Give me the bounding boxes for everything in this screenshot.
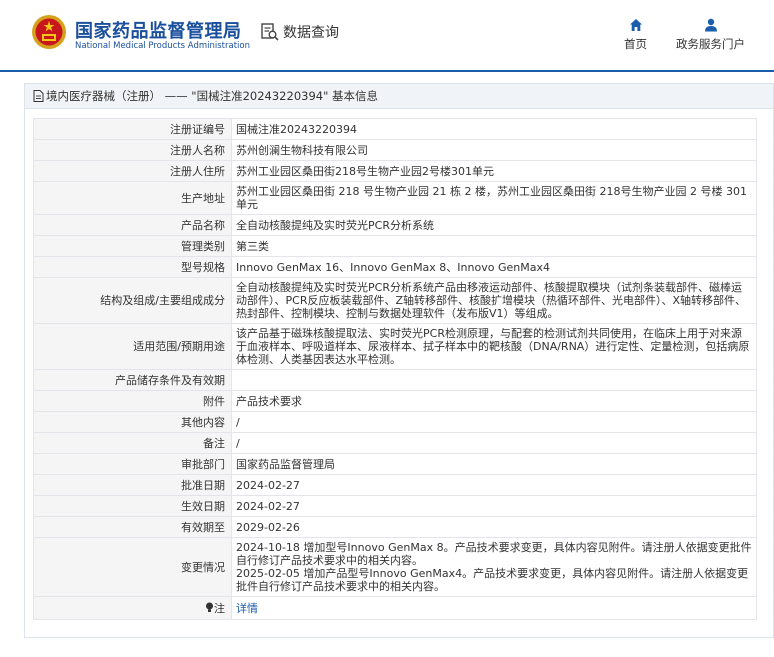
- row-label: 管理类别: [33, 235, 232, 257]
- table-row: 适用范围/预期用途 该产品基于磁珠核酸提取法、实时荧光PCR检测原理，与配套的检测…: [33, 323, 757, 370]
- row-label: 备注: [33, 432, 232, 454]
- row-value: 国家药品监督管理局: [231, 453, 757, 475]
- row-label: 适用范围/预期用途: [33, 323, 232, 370]
- row-value: 苏州工业园区桑田街 218 号生物产业园 21 栋 2 楼，苏州工业园区桑田街 …: [231, 181, 757, 215]
- row-label: 注册人名称: [33, 139, 232, 161]
- data-query-label: 数据查询: [283, 25, 339, 41]
- detail-table: 注册证编号 国械注准20243220394 注册人名称 苏州创澜生物科技有限公司 注…: [33, 118, 757, 620]
- table-row: 备注 /: [33, 432, 757, 454]
- row-value: 产品技术要求: [231, 390, 757, 412]
- table-row: 批准日期 2024-02-27: [33, 474, 757, 496]
- table-row: 变更情况 2024-10-18 增加型号Innovo GenMax 8。产品技术要…: [33, 537, 757, 597]
- detail-panel: 境内医疗器械（注册） —— "国械注准20243220394" 基本信息 注册证…: [24, 83, 774, 638]
- nav-home[interactable]: 首页: [624, 18, 647, 52]
- site-title-en: National Medical Products Administration: [75, 41, 250, 51]
- table-row: 注册人住所 苏州工业园区桑田街218号生物产业园2号楼301单元: [33, 160, 757, 182]
- table-row: 审批部门 国家药品监督管理局: [33, 453, 757, 475]
- row-label: 审批部门: [33, 453, 232, 475]
- row-value: 全自动核酸提纯及实时荧光PCR分析系统: [231, 214, 757, 236]
- note-value-cell: 详情: [231, 596, 757, 620]
- row-label: 结构及组成/主要组成成分: [33, 277, 232, 324]
- data-query-link[interactable]: 数据查询: [260, 22, 339, 42]
- panel-header: 境内医疗器械（注册） —— "国械注准20243220394" 基本信息: [25, 84, 773, 109]
- row-value: [231, 369, 757, 391]
- note-label: 注: [214, 601, 225, 615]
- document-icon: [33, 90, 44, 102]
- row-label: 产品名称: [33, 214, 232, 236]
- site-title[interactable]: 国家药品监督管理局: [75, 17, 242, 43]
- row-value: /: [231, 411, 757, 433]
- nav-service-portal-label: 政务服务门户: [676, 37, 745, 51]
- home-icon: [629, 19, 642, 31]
- table-row: 产品储存条件及有效期: [33, 369, 757, 391]
- breadcrumb: 境内医疗器械（注册） —— "国械注准20243220394" 基本信息: [46, 89, 379, 103]
- row-label: 有效期至: [33, 516, 232, 538]
- table-row: 注册证编号 国械注准20243220394: [33, 118, 757, 140]
- user-icon: [704, 18, 717, 32]
- row-label: 生效日期: [33, 495, 232, 517]
- details-link[interactable]: 详情: [236, 602, 258, 615]
- site-header: 国家药品监督管理局 National Medical Products Admi…: [0, 0, 774, 70]
- row-value: 第三类: [231, 235, 757, 257]
- table-row: 管理类别 第三类: [33, 235, 757, 257]
- row-label: 批准日期: [33, 474, 232, 496]
- table-row: 有效期至 2029-02-26: [33, 516, 757, 538]
- bulb-icon: [206, 602, 213, 612]
- row-value: Innovo GenMax 16、Innovo GenMax 8、Innovo …: [231, 256, 757, 278]
- national-emblem-logo[interactable]: [31, 14, 67, 50]
- nav-service-portal[interactable]: 政务服务门户: [676, 18, 745, 52]
- header-divider: [0, 70, 774, 72]
- table-row: 生产地址 苏州工业园区桑田街 218 号生物产业园 21 栋 2 楼，苏州工业园区…: [33, 181, 757, 215]
- row-label: 变更情况: [33, 537, 232, 597]
- row-value: 全自动核酸提纯及实时荧光PCR分析系统产品由移液运动部件、核酸提取模块（试剂条装…: [231, 277, 757, 324]
- row-value: 2024-02-27: [231, 495, 757, 517]
- row-label: 附件: [33, 390, 232, 412]
- row-value: 苏州创澜生物科技有限公司: [231, 139, 757, 161]
- row-value: 2024-10-18 增加型号Innovo GenMax 8。产品技术要求变更，…: [231, 537, 757, 597]
- row-value: 该产品基于磁珠核酸提取法、实时荧光PCR检测原理，与配套的检测试剂共同使用，在临…: [231, 323, 757, 370]
- row-value: /: [231, 432, 757, 454]
- nav-home-label: 首页: [624, 37, 647, 51]
- row-label: 注册证编号: [33, 118, 232, 140]
- row-label: 型号规格: [33, 256, 232, 278]
- row-value: 2024-02-27: [231, 474, 757, 496]
- table-row: 注册人名称 苏州创澜生物科技有限公司: [33, 139, 757, 161]
- note-label-cell: 注: [33, 596, 232, 620]
- table-row: 附件 产品技术要求: [33, 390, 757, 412]
- table-row: 生效日期 2024-02-27: [33, 495, 757, 517]
- row-value: 苏州工业园区桑田街218号生物产业园2号楼301单元: [231, 160, 757, 182]
- row-label: 注册人住所: [33, 160, 232, 182]
- row-label: 生产地址: [33, 181, 232, 215]
- row-label: 产品储存条件及有效期: [33, 369, 232, 391]
- row-value: 国械注准20243220394: [231, 118, 757, 140]
- table-row: 注 详情: [33, 596, 757, 620]
- table-row: 产品名称 全自动核酸提纯及实时荧光PCR分析系统: [33, 214, 757, 236]
- document-search-icon: [261, 23, 279, 41]
- table-row: 型号规格 Innovo GenMax 16、Innovo GenMax 8、Inn…: [33, 256, 757, 278]
- table-row: 结构及组成/主要组成成分 全自动核酸提纯及实时荧光PCR分析系统产品由移液运动部件…: [33, 277, 757, 324]
- table-row: 其他内容 /: [33, 411, 757, 433]
- row-value: 2029-02-26: [231, 516, 757, 538]
- row-label: 其他内容: [33, 411, 232, 433]
